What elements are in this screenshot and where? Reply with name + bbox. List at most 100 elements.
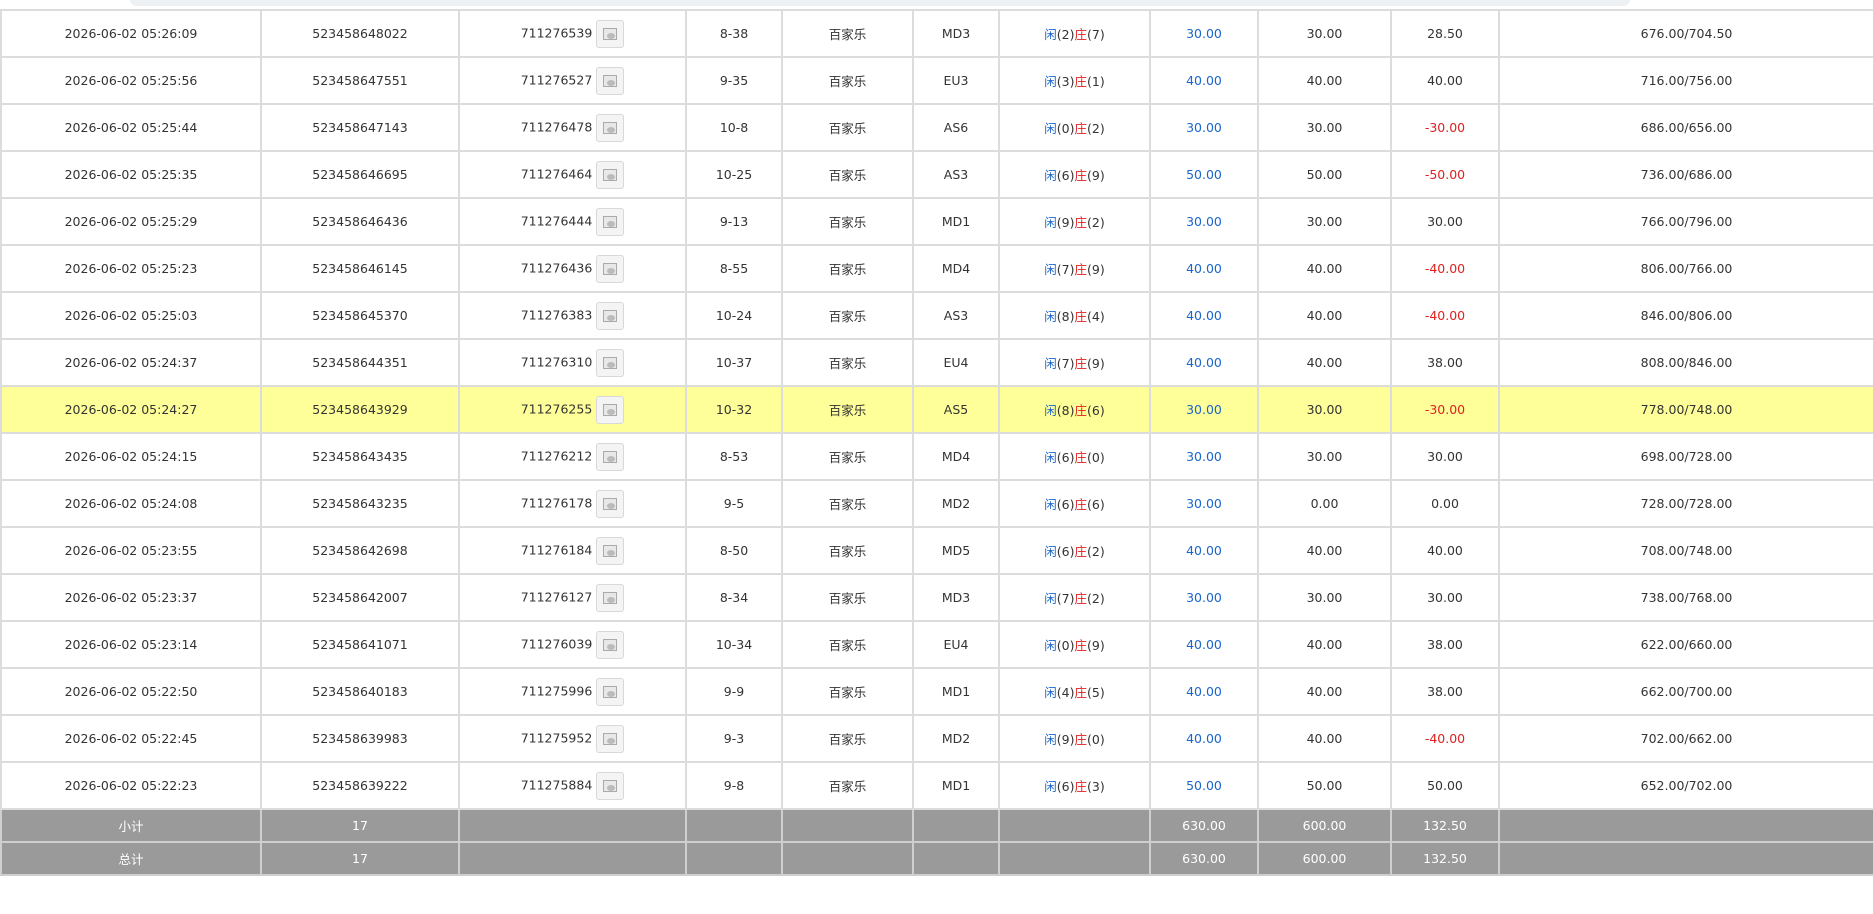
banker-label: 庄 xyxy=(1074,544,1088,559)
valid-bet: 40.00 xyxy=(1257,620,1392,669)
table-row[interactable]: 2026-06-02 05:23:14 523458641071 711276039… xyxy=(0,620,1873,669)
round-number: 711276184 xyxy=(520,542,593,557)
table-row[interactable]: 2026-06-02 05:22:45 523458639983 711275952… xyxy=(0,714,1873,763)
player-points: (7) xyxy=(1056,356,1075,371)
banker-label: 庄 xyxy=(1074,356,1088,371)
bet-time: 2026-06-02 05:24:15 xyxy=(0,432,262,481)
image-icon[interactable] xyxy=(596,254,625,283)
table-row[interactable]: 2026-06-02 05:23:55 523458642698 711276184… xyxy=(0,526,1873,575)
table-row[interactable]: 2026-06-02 05:25:35 523458646695 711276464… xyxy=(0,150,1873,199)
bet-time: 2026-06-02 05:23:55 xyxy=(0,526,262,575)
horizontal-scrollbar[interactable] xyxy=(130,0,1630,6)
round-number: 711276255 xyxy=(520,401,593,416)
table-row[interactable]: 2026-06-02 05:25:56 523458647551 711276527… xyxy=(0,56,1873,105)
banker-label: 庄 xyxy=(1074,450,1088,465)
game-type: 百家乐 xyxy=(781,714,914,763)
table-row[interactable]: 2026-06-02 05:25:29 523458646436 711276444… xyxy=(0,197,1873,246)
image-icon[interactable] xyxy=(596,348,625,377)
shoe-round: 8-34 xyxy=(685,573,783,622)
bet-records-table: 2026-06-02 05:26:09 523458648022 711276539… xyxy=(0,9,1873,876)
player-label: 闲 xyxy=(1044,403,1057,418)
image-icon[interactable] xyxy=(596,207,625,236)
image-icon[interactable] xyxy=(596,301,625,330)
table-row[interactable]: 2026-06-02 05:24:15 523458643435 711276212… xyxy=(0,432,1873,481)
table-row[interactable]: 2026-06-02 05:26:09 523458648022 711276539… xyxy=(0,9,1873,58)
table-row[interactable]: 2026-06-02 05:23:37 523458642007 711276127… xyxy=(0,573,1873,622)
image-icon[interactable] xyxy=(596,771,625,800)
win-loss: 30.00 xyxy=(1390,573,1500,622)
table-code: MD3 xyxy=(912,9,1000,58)
balance-change: 708.00/748.00 xyxy=(1498,526,1873,575)
order-number: 523458648022 xyxy=(260,9,460,58)
shoe-round: 10-24 xyxy=(685,291,783,340)
bet-time: 2026-06-02 05:24:37 xyxy=(0,338,262,387)
image-icon[interactable] xyxy=(596,113,625,142)
image-icon[interactable] xyxy=(596,442,625,471)
table-row[interactable]: 2026-06-02 05:25:44 523458647143 711276478… xyxy=(0,103,1873,152)
bet-amount: 30.00 xyxy=(1149,573,1259,622)
round-number: 711275884 xyxy=(520,777,593,792)
bet-amount: 40.00 xyxy=(1149,338,1259,387)
banker-label: 庄 xyxy=(1074,779,1088,794)
banker-points: (7) xyxy=(1087,27,1105,42)
game-type: 百家乐 xyxy=(781,291,914,340)
table-row[interactable]: 2026-06-02 05:25:03 523458645370 711276383… xyxy=(0,291,1873,340)
order-number: 523458642698 xyxy=(260,526,460,575)
balance-change: 716.00/756.00 xyxy=(1498,56,1873,105)
banker-points: (9) xyxy=(1087,168,1105,183)
table-row[interactable]: 2026-06-02 05:22:23 523458639222 711275884… xyxy=(0,761,1873,810)
banker-label: 庄 xyxy=(1074,27,1088,42)
win-loss: 50.00 xyxy=(1390,761,1500,810)
empty-cell xyxy=(685,808,783,843)
win-loss: -40.00 xyxy=(1390,244,1500,293)
bet-amount: 40.00 xyxy=(1149,56,1259,105)
win-loss: 30.00 xyxy=(1390,432,1500,481)
banker-points: (6) xyxy=(1087,403,1105,418)
table-row[interactable]: 2026-06-02 05:24:27 523458643929 711276255… xyxy=(0,385,1873,434)
result-cell: 闲(7)庄(2) xyxy=(998,573,1151,622)
table-row[interactable]: 2026-06-02 05:24:08 523458643235 711276178… xyxy=(0,479,1873,528)
empty-cell xyxy=(1498,808,1873,843)
bet-amount: 40.00 xyxy=(1149,244,1259,293)
image-icon[interactable] xyxy=(596,583,625,612)
image-icon[interactable] xyxy=(596,489,625,518)
table-row[interactable]: 2026-06-02 05:24:37 523458644351 711276310… xyxy=(0,338,1873,387)
empty-cell xyxy=(781,808,914,843)
valid-bet: 50.00 xyxy=(1257,150,1392,199)
empty-cell xyxy=(458,841,687,876)
player-label: 闲 xyxy=(1044,497,1057,512)
image-icon[interactable] xyxy=(596,19,625,48)
valid-bet: 30.00 xyxy=(1257,432,1392,481)
empty-cell xyxy=(998,841,1151,876)
table-code: MD1 xyxy=(912,667,1000,716)
player-label: 闲 xyxy=(1044,27,1057,42)
image-icon[interactable] xyxy=(596,395,625,424)
game-type: 百家乐 xyxy=(781,432,914,481)
balance-change: 622.00/660.00 xyxy=(1498,620,1873,669)
player-label: 闲 xyxy=(1044,544,1057,559)
result-cell: 闲(7)庄(9) xyxy=(998,244,1151,293)
order-number: 523458646145 xyxy=(260,244,460,293)
image-icon[interactable] xyxy=(596,160,625,189)
banker-points: (6) xyxy=(1087,497,1105,512)
table-row[interactable]: 2026-06-02 05:25:23 523458646145 711276436… xyxy=(0,244,1873,293)
result-cell: 闲(8)庄(4) xyxy=(998,291,1151,340)
win-loss: 38.00 xyxy=(1390,338,1500,387)
empty-cell xyxy=(781,841,914,876)
player-points: (0) xyxy=(1056,121,1075,136)
win-loss: 38.00 xyxy=(1390,620,1500,669)
round-cell: 711276255 xyxy=(458,385,687,434)
subtotal-valid: 600.00 xyxy=(1257,808,1392,843)
image-icon[interactable] xyxy=(596,724,625,753)
image-icon[interactable] xyxy=(596,536,625,565)
image-icon[interactable] xyxy=(596,677,625,706)
image-icon[interactable] xyxy=(596,630,625,659)
image-icon[interactable] xyxy=(596,66,625,95)
empty-cell xyxy=(998,808,1151,843)
subtotal-bet: 630.00 xyxy=(1149,808,1259,843)
valid-bet: 50.00 xyxy=(1257,761,1392,810)
balance-change: 736.00/686.00 xyxy=(1498,150,1873,199)
total-row: 总计 17 630.00 600.00 132.50 xyxy=(0,841,1873,876)
table-row[interactable]: 2026-06-02 05:22:50 523458640183 711275996… xyxy=(0,667,1873,716)
round-cell: 711276464 xyxy=(458,150,687,199)
